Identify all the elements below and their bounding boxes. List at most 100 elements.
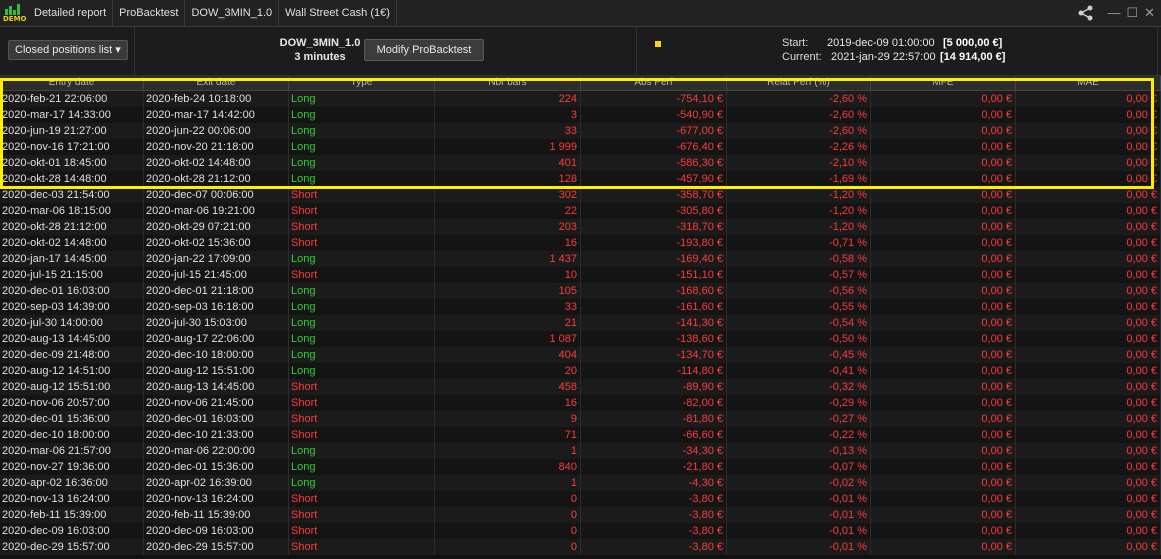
cell-entry-date: 2020-okt-28 21:12:00 bbox=[0, 219, 144, 235]
cell-entry-date: 2020-jun-19 21:27:00 bbox=[0, 123, 144, 139]
cell-type: Long bbox=[289, 155, 435, 171]
table-row[interactable]: 2020-mar-17 14:33:00 2020-mar-17 14:42:00… bbox=[0, 107, 1161, 123]
table-row[interactable]: 2020-aug-12 15:51:00 2020-aug-13 14:45:00… bbox=[0, 379, 1161, 395]
cell-type: Long bbox=[289, 107, 435, 123]
cell-relat-perf: -1,20 % bbox=[727, 187, 871, 203]
cell-mae: 0,00 € bbox=[1016, 91, 1161, 107]
table-row[interactable]: 2020-sep-03 14:39:00 2020-sep-03 16:18:00… bbox=[0, 299, 1161, 315]
cell-relat-perf: -2,60 % bbox=[727, 91, 871, 107]
column-header-nbr-bars[interactable]: Nbr bars bbox=[435, 76, 581, 90]
minimize-icon[interactable]: — bbox=[1107, 6, 1120, 20]
column-header-abs-perf[interactable]: Abs Perf bbox=[581, 76, 727, 90]
cell-nbr-bars: 401 bbox=[435, 155, 581, 171]
table-row[interactable]: 2020-nov-16 17:21:00 2020-nov-20 21:18:00… bbox=[0, 139, 1161, 155]
table-row[interactable]: 2020-nov-13 16:24:00 2020-nov-13 16:24:00… bbox=[0, 491, 1161, 507]
cell-exit-date: 2020-dec-10 21:33:00 bbox=[144, 427, 289, 443]
start-label: Start: bbox=[782, 37, 809, 49]
cell-abs-perf: -21,80 € bbox=[581, 459, 727, 475]
cell-mfe: 0,00 € bbox=[871, 251, 1016, 267]
cell-relat-perf: -0,57 % bbox=[727, 267, 871, 283]
cell-type: Short bbox=[289, 507, 435, 523]
modify-probacktest-button[interactable]: Modify ProBacktest bbox=[364, 39, 484, 61]
table-row[interactable]: 2020-jul-30 14:00:00 2020-jul-30 15:03:00… bbox=[0, 315, 1161, 331]
table-row[interactable]: 2020-aug-12 14:51:00 2020-aug-12 15:51:00… bbox=[0, 363, 1161, 379]
start-date: 2019-dec-09 01:00:00 bbox=[827, 37, 935, 49]
table-row[interactable]: 2020-mar-06 21:57:00 2020-mar-06 22:00:00… bbox=[0, 443, 1161, 459]
cell-exit-date: 2020-okt-28 21:12:00 bbox=[144, 171, 289, 187]
current-capital: [14 914,00 €] bbox=[940, 51, 1006, 63]
cell-abs-perf: -114,80 € bbox=[581, 363, 727, 379]
cell-abs-perf: -3,80 € bbox=[581, 507, 727, 523]
status-indicator bbox=[655, 41, 661, 47]
cell-nbr-bars: 33 bbox=[435, 299, 581, 315]
cell-type: Short bbox=[289, 267, 435, 283]
cell-nbr-bars: 16 bbox=[435, 395, 581, 411]
table-row[interactable]: 2020-dec-10 18:00:00 2020-dec-10 21:33:00… bbox=[0, 427, 1161, 443]
dropdown-label: Closed positions list bbox=[15, 44, 113, 56]
table-row[interactable]: 2020-jun-19 21:27:00 2020-jun-22 00:06:00… bbox=[0, 123, 1161, 139]
table-row[interactable]: 2020-okt-01 18:45:00 2020-okt-02 14:48:00… bbox=[0, 155, 1161, 171]
share-icon[interactable] bbox=[1077, 5, 1095, 21]
cell-relat-perf: -0,32 % bbox=[727, 379, 871, 395]
table-row[interactable]: 2020-okt-28 21:12:00 2020-okt-29 07:21:00… bbox=[0, 219, 1161, 235]
tab-system-name[interactable]: DOW_3MIN_1.0 bbox=[185, 0, 280, 26]
cell-exit-date: 2020-mar-06 22:00:00 bbox=[144, 443, 289, 459]
cell-nbr-bars: 1 437 bbox=[435, 251, 581, 267]
cell-abs-perf: -318,70 € bbox=[581, 219, 727, 235]
cell-exit-date: 2020-aug-12 15:51:00 bbox=[144, 363, 289, 379]
column-header-mfe[interactable]: MFE bbox=[871, 76, 1016, 90]
cell-mae: 0,00 € bbox=[1016, 523, 1161, 539]
cell-entry-date: 2020-nov-13 16:24:00 bbox=[0, 491, 144, 507]
table-row[interactable]: 2020-jul-15 21:15:00 2020-jul-15 21:45:00… bbox=[0, 267, 1161, 283]
cell-entry-date: 2020-jul-15 21:15:00 bbox=[0, 267, 144, 283]
cell-nbr-bars: 224 bbox=[435, 91, 581, 107]
table-row[interactable]: 2020-dec-01 15:36:00 2020-dec-01 16:03:00… bbox=[0, 411, 1161, 427]
table-row[interactable]: 2020-nov-27 19:36:00 2020-dec-01 15:36:00… bbox=[0, 459, 1161, 475]
table-row[interactable]: 2020-okt-02 14:48:00 2020-okt-02 15:36:00… bbox=[0, 235, 1161, 251]
cell-type: Short bbox=[289, 187, 435, 203]
table-row[interactable]: 2020-apr-02 16:36:00 2020-apr-02 16:39:00… bbox=[0, 475, 1161, 491]
tab-detailed-report[interactable]: Detailed report bbox=[28, 0, 114, 26]
maximize-icon[interactable]: ☐ bbox=[1126, 6, 1138, 20]
cell-entry-date: 2020-dec-01 16:03:00 bbox=[0, 283, 144, 299]
table-row[interactable]: 2020-aug-13 14:45:00 2020-aug-17 22:06:00… bbox=[0, 331, 1161, 347]
column-header-relat-perf[interactable]: Relat Perf (%) bbox=[727, 76, 871, 90]
table-row[interactable]: 2020-jan-17 14:45:00 2020-jan-22 17:09:00… bbox=[0, 251, 1161, 267]
table-row[interactable]: 2020-mar-06 18:15:00 2020-mar-06 19:21:00… bbox=[0, 203, 1161, 219]
table-row[interactable]: 2020-okt-28 14:48:00 2020-okt-28 21:12:00… bbox=[0, 171, 1161, 187]
table-row[interactable]: 2020-nov-06 20:57:00 2020-nov-06 21:45:00… bbox=[0, 395, 1161, 411]
cell-entry-date: 2020-aug-12 15:51:00 bbox=[0, 379, 144, 395]
table-row[interactable]: 2020-feb-21 22:06:00 2020-feb-24 10:18:00… bbox=[0, 91, 1161, 107]
cell-relat-perf: -0,02 % bbox=[727, 475, 871, 491]
cell-entry-date: 2020-dec-01 15:36:00 bbox=[0, 411, 144, 427]
cell-relat-perf: -2,60 % bbox=[727, 107, 871, 123]
cell-mae: 0,00 € bbox=[1016, 443, 1161, 459]
positions-view-dropdown[interactable]: Closed positions list ▾ bbox=[8, 40, 128, 60]
cell-entry-date: 2020-nov-27 19:36:00 bbox=[0, 459, 144, 475]
toolbar-divider bbox=[134, 27, 135, 75]
column-header-entry-date[interactable]: Entry date bbox=[0, 76, 144, 90]
table-row[interactable]: 2020-dec-01 16:03:00 2020-dec-01 21:18:00… bbox=[0, 283, 1161, 299]
tab-instrument[interactable]: Wall Street Cash (1€) bbox=[279, 0, 397, 26]
table-row[interactable]: 2020-dec-09 16:03:00 2020-dec-09 16:03:00… bbox=[0, 523, 1161, 539]
cell-abs-perf: -3,80 € bbox=[581, 491, 727, 507]
cell-exit-date: 2020-jun-22 00:06:00 bbox=[144, 123, 289, 139]
table-row[interactable]: 2020-feb-11 15:39:00 2020-feb-11 15:39:00… bbox=[0, 507, 1161, 523]
cell-abs-perf: -89,90 € bbox=[581, 379, 727, 395]
cell-type: Short bbox=[289, 203, 435, 219]
column-header-mae[interactable]: MAE bbox=[1016, 76, 1161, 90]
cell-abs-perf: -134,70 € bbox=[581, 347, 727, 363]
cell-mfe: 0,00 € bbox=[871, 523, 1016, 539]
cell-abs-perf: -586,30 € bbox=[581, 155, 727, 171]
column-header-type[interactable]: Type bbox=[289, 76, 435, 90]
table-row[interactable]: 2020-dec-29 15:57:00 2020-dec-29 15:57:00… bbox=[0, 539, 1161, 555]
close-icon[interactable]: ✕ bbox=[1144, 6, 1155, 20]
cell-type: Short bbox=[289, 379, 435, 395]
column-header-exit-date[interactable]: Exit date bbox=[144, 76, 289, 90]
cell-mfe: 0,00 € bbox=[871, 91, 1016, 107]
table-row[interactable]: 2020-dec-09 21:48:00 2020-dec-10 18:00:00… bbox=[0, 347, 1161, 363]
tab-probacktest[interactable]: ProBacktest bbox=[113, 0, 186, 26]
table-row[interactable]: 2020-dec-03 21:54:00 2020-dec-07 00:06:00… bbox=[0, 187, 1161, 203]
cell-entry-date: 2020-dec-29 15:57:00 bbox=[0, 539, 144, 555]
cell-mfe: 0,00 € bbox=[871, 475, 1016, 491]
